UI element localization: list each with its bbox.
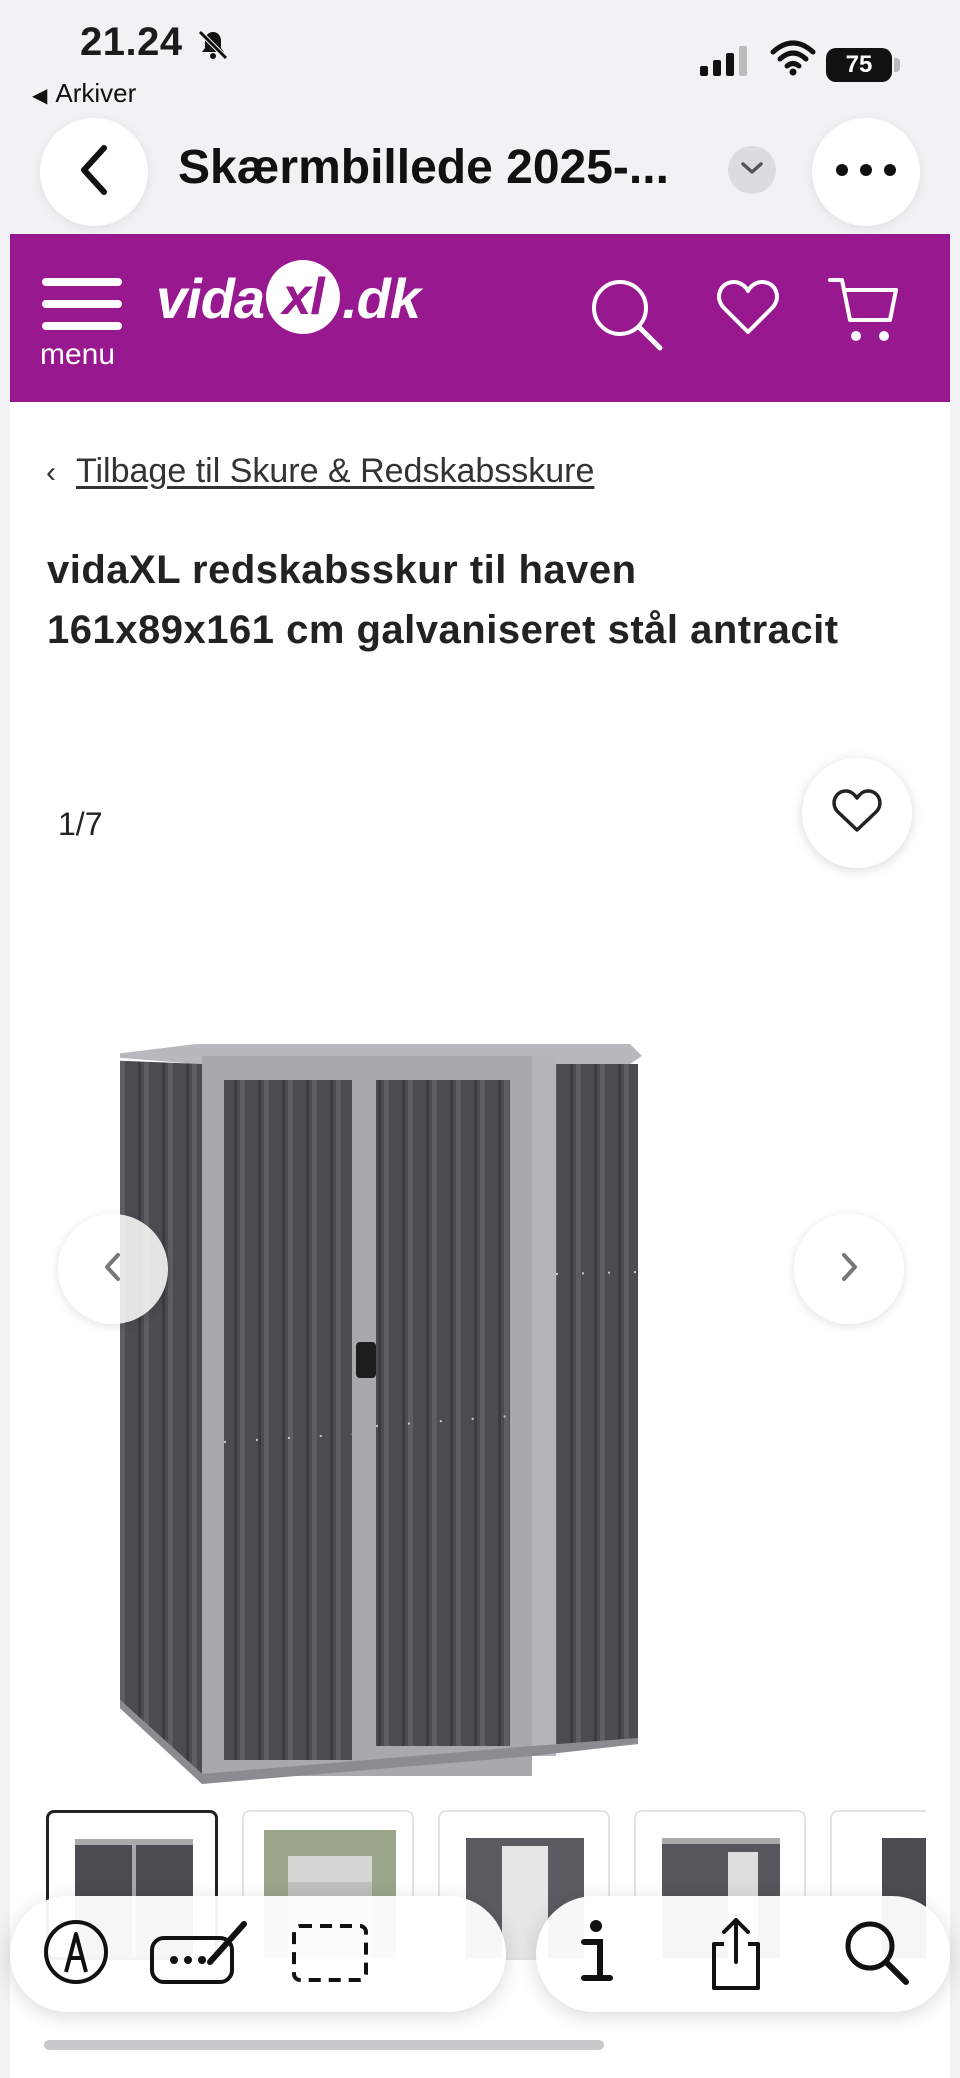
home-indicator[interactable] <box>44 2040 604 2050</box>
status-bar: 21.24 ◀ Arkiver 75 <box>0 0 960 112</box>
gallery-prev-button[interactable] <box>58 1214 168 1324</box>
wifi-icon <box>770 40 816 81</box>
heart-icon <box>831 788 883 839</box>
battery-tip <box>894 58 900 72</box>
more-icon <box>835 163 897 182</box>
logo-part-3: .dk <box>342 267 421 330</box>
back-button[interactable] <box>40 118 148 226</box>
info-icon[interactable] <box>566 1916 626 1993</box>
back-icon <box>74 142 114 203</box>
title-menu-button[interactable] <box>728 146 776 194</box>
logo-part-1: vida <box>156 267 265 330</box>
edit-toolbar <box>10 1896 506 2012</box>
breadcrumb[interactable]: ‹ Tilbage til Skure & Redskabsskure <box>46 452 594 491</box>
search-icon[interactable] <box>840 1916 912 1993</box>
menu-label[interactable]: menu <box>40 338 115 372</box>
document-title[interactable]: Skærmbillede 2025-... <box>178 140 669 195</box>
product-title: vidaXL redskabsskur til haven 161x89x161… <box>47 548 839 652</box>
cellular-signal-icon <box>700 44 752 83</box>
chevron-down-icon <box>739 159 765 182</box>
status-time: 21.24 <box>80 20 183 64</box>
logo-part-2: xl <box>266 260 341 335</box>
screenshot-preview: menu vida xl .dk ‹ Tilbage til Skure & Reds… <box>10 234 950 2078</box>
gallery-next-button[interactable] <box>794 1214 904 1324</box>
menu-icon[interactable] <box>42 276 122 337</box>
bell-muted-icon <box>196 28 230 67</box>
favorite-button[interactable] <box>802 758 912 868</box>
heart-icon[interactable] <box>716 278 780 341</box>
site-logo[interactable]: vida xl .dk <box>156 260 421 340</box>
breadcrumb-link[interactable]: Tilbage til Skure & Redskabsskure <box>76 452 594 490</box>
product-image[interactable] <box>98 794 860 1799</box>
markup-icon[interactable] <box>40 1916 112 1993</box>
signature-icon[interactable] <box>148 1916 252 1993</box>
site-header: menu vida xl .dk <box>10 234 950 402</box>
back-app-label: Arkiver <box>55 78 137 108</box>
cart-icon[interactable] <box>828 274 900 353</box>
chevron-left-icon: ‹ <box>46 456 56 489</box>
chevron-left-icon <box>102 1250 124 1289</box>
more-button[interactable] <box>812 118 920 226</box>
chevron-right-icon <box>838 1250 860 1289</box>
search-icon[interactable] <box>588 276 664 357</box>
battery-indicator: 75 <box>826 48 892 82</box>
back-triangle-icon: ◀ <box>32 85 48 107</box>
gallery-counter: 1/7 <box>58 806 103 842</box>
share-icon[interactable] <box>704 1916 768 1997</box>
back-to-app-link[interactable]: ◀ Arkiver <box>32 78 136 109</box>
selection-icon[interactable] <box>290 1916 370 1993</box>
actions-toolbar <box>536 1896 950 2012</box>
